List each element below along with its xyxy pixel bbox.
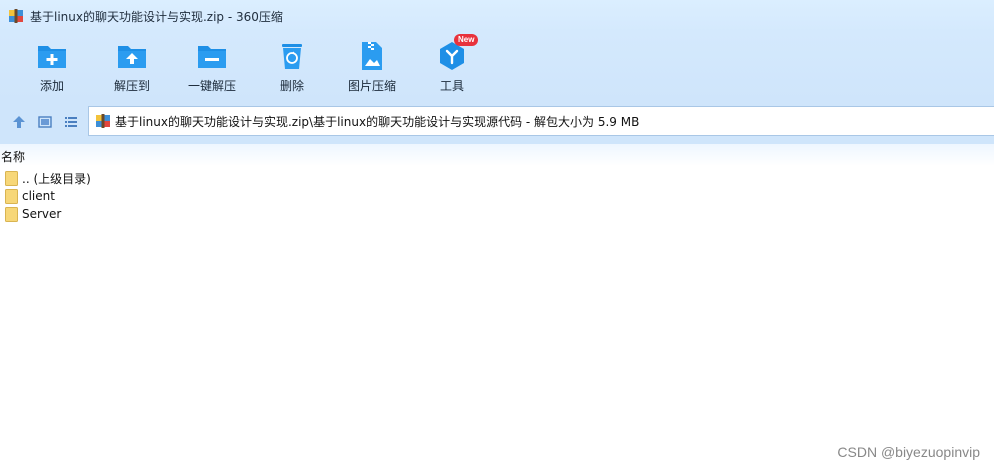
folder-extract-icon	[118, 46, 146, 68]
app-window: 基于linux的聊天功能设计与实现.zip - 360压缩 添加 解压到 一键解…	[0, 0, 994, 472]
image-compress-icon	[362, 42, 382, 70]
folder-icon	[5, 170, 18, 186]
list-item-server[interactable]: Server	[0, 205, 994, 223]
main-toolbar: 添加 解压到 一键解压 删除 图片压缩 New 工具	[0, 32, 994, 100]
address-bar[interactable]: 基于linux的聊天功能设计与实现.zip\基于linux的聊天功能设计与实现源…	[88, 106, 994, 136]
extract-to-label: 解压到	[113, 79, 150, 93]
quick-extract-label: 一键解压	[187, 79, 236, 93]
navigation-bar: 基于linux的聊天功能设计与实现.zip\基于linux的聊天功能设计与实现源…	[0, 100, 994, 144]
thumbnail-view-button[interactable]	[36, 113, 54, 131]
image-compress-label: 图片压缩	[347, 79, 396, 93]
extract-to-button[interactable]: 解压到	[92, 40, 172, 98]
column-header-name[interactable]: 名称	[1, 148, 25, 165]
delete-label: 删除	[279, 79, 304, 93]
list-view-button[interactable]	[62, 113, 80, 131]
list-view-icon	[65, 117, 77, 127]
folder-quick-extract-icon	[198, 46, 226, 68]
new-badge: New	[454, 34, 479, 46]
list-item-client[interactable]: client	[0, 187, 994, 205]
add-button[interactable]: 添加	[12, 40, 92, 98]
watermark: CSDN @biyezuopinvip	[837, 444, 980, 460]
file-name: .. (上级目录)	[22, 171, 91, 186]
tools-button[interactable]: New 工具	[412, 34, 492, 98]
folder-icon	[5, 188, 18, 204]
image-compress-button[interactable]: 图片压缩	[332, 40, 412, 98]
quick-extract-button[interactable]: 一键解压	[172, 40, 252, 98]
thumbnail-view-icon	[38, 116, 52, 128]
tools-icon-wrap: New	[436, 34, 479, 72]
file-name: Server	[22, 207, 62, 221]
file-list: .. (上级目录) client Server	[0, 169, 994, 223]
folder-icon	[5, 206, 18, 222]
tools-label: 工具	[439, 79, 464, 93]
zip-app-icon	[9, 9, 23, 23]
recycle-bin-icon	[282, 44, 302, 69]
file-name: client	[22, 189, 55, 203]
delete-button[interactable]: 删除	[252, 40, 332, 98]
zip-file-icon	[96, 114, 110, 128]
list-item-parent-directory[interactable]: .. (上级目录)	[0, 169, 994, 187]
folder-add-icon	[38, 46, 66, 68]
title-bar: 基于linux的聊天功能设计与实现.zip - 360压缩	[0, 0, 994, 32]
list-header: 名称	[0, 144, 994, 166]
window-title: 基于linux的聊天功能设计与实现.zip - 360压缩	[30, 9, 283, 24]
archive-path: 基于linux的聊天功能设计与实现.zip\基于linux的聊天功能设计与实现源…	[115, 114, 640, 129]
arrow-up-icon	[13, 116, 25, 128]
add-label: 添加	[39, 79, 64, 93]
up-level-button[interactable]	[10, 113, 28, 131]
